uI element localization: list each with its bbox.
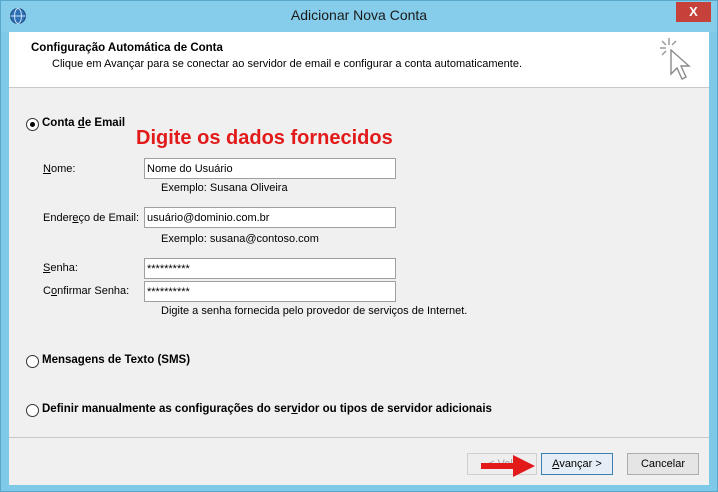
password-field[interactable] bbox=[144, 258, 396, 279]
page-subtitle: Clique em Avançar para se conectar ao se… bbox=[52, 58, 522, 70]
title-bar: Adicionar Nova Conta X bbox=[1, 1, 717, 32]
close-icon: X bbox=[689, 4, 698, 19]
email-field[interactable] bbox=[144, 207, 396, 228]
confirm-password-field[interactable] bbox=[144, 281, 396, 302]
dialog-body: Configuração Automática de Conta Clique … bbox=[9, 32, 709, 485]
window-title: Adicionar Nova Conta bbox=[290, 7, 428, 23]
name-label: Nome: bbox=[43, 163, 76, 175]
page-title: Configuração Automática de Conta bbox=[31, 42, 223, 54]
name-field[interactable] bbox=[144, 158, 396, 179]
sms-label[interactable]: Mensagens de Texto (SMS) bbox=[42, 354, 190, 366]
sms-radio[interactable] bbox=[26, 355, 39, 368]
footer-divider bbox=[9, 437, 709, 438]
cursor-sparkle-icon bbox=[660, 38, 691, 80]
name-hint: Exemplo: Susana Oliveira bbox=[161, 182, 288, 194]
red-arrow-icon bbox=[481, 455, 535, 477]
close-button[interactable]: X bbox=[676, 2, 711, 22]
instruction-annotation: Digite os dados fornecidos bbox=[136, 127, 393, 149]
add-account-dialog: Adicionar Nova Conta X Configuração Auto… bbox=[0, 0, 718, 492]
email-account-label[interactable]: Conta de Email bbox=[42, 117, 125, 129]
cancel-button[interactable]: Cancelar bbox=[627, 453, 699, 475]
header-band: Configuração Automática de Conta Clique … bbox=[9, 32, 709, 88]
password-hint: Digite a senha fornecida pelo provedor d… bbox=[161, 305, 468, 317]
email-hint: Exemplo: susana@contoso.com bbox=[161, 233, 319, 245]
password-label: Senha: bbox=[43, 262, 78, 274]
manual-config-label[interactable]: Definir manualmente as configurações do … bbox=[42, 403, 492, 415]
next-button[interactable]: Avançar > bbox=[541, 453, 613, 475]
confirm-password-label: Confirmar Senha: bbox=[43, 285, 130, 297]
email-account-radio[interactable] bbox=[26, 118, 39, 131]
email-label: Endereço de Email: bbox=[43, 212, 140, 224]
manual-config-radio[interactable] bbox=[26, 404, 39, 417]
